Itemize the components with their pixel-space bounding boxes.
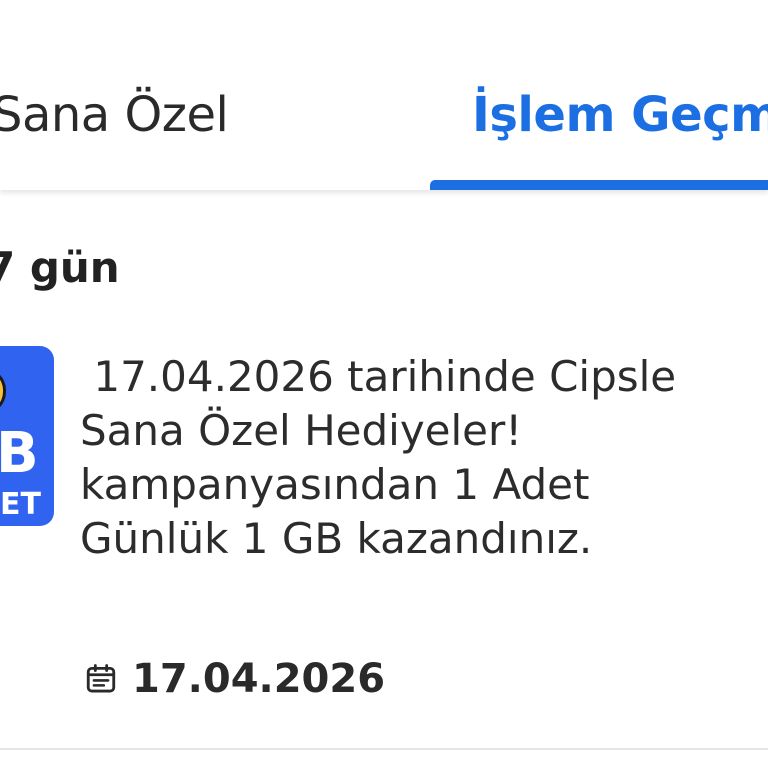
coin-icon — [0, 368, 6, 414]
date-row: 17.04.2026 — [84, 654, 385, 704]
active-tab-indicator — [430, 180, 768, 190]
message-line: kampanyasından 1 Adet — [80, 460, 590, 509]
history-list: 7 gün B ET 17.04.2026 tarihinde Cipsle S… — [0, 190, 768, 768]
tab-bar: Sana Özel İşlem Geçmi — [0, 0, 768, 190]
thumbnail-big-text: B — [0, 421, 39, 486]
history-date: 17.04.2026 — [132, 656, 386, 702]
message-line: Sana Özel Hediyeler! — [80, 406, 523, 455]
history-message: 17.04.2026 tarihinde Cipsle Sana Özel He… — [80, 350, 768, 566]
tab-sana-ozel[interactable]: Sana Özel — [0, 84, 229, 146]
calendar-icon — [86, 664, 116, 693]
tab-islem-gecmisi[interactable]: İşlem Geçmi — [472, 84, 768, 146]
section-header: 7 gün — [0, 243, 120, 292]
message-line: Günlük 1 GB kazandınız. — [80, 514, 593, 563]
item-divider — [0, 748, 768, 750]
campaign-thumbnail: B ET — [0, 346, 54, 526]
message-line: 17.04.2026 tarihinde Cipsle — [80, 352, 677, 401]
thumbnail-small-text: ET — [0, 487, 41, 522]
